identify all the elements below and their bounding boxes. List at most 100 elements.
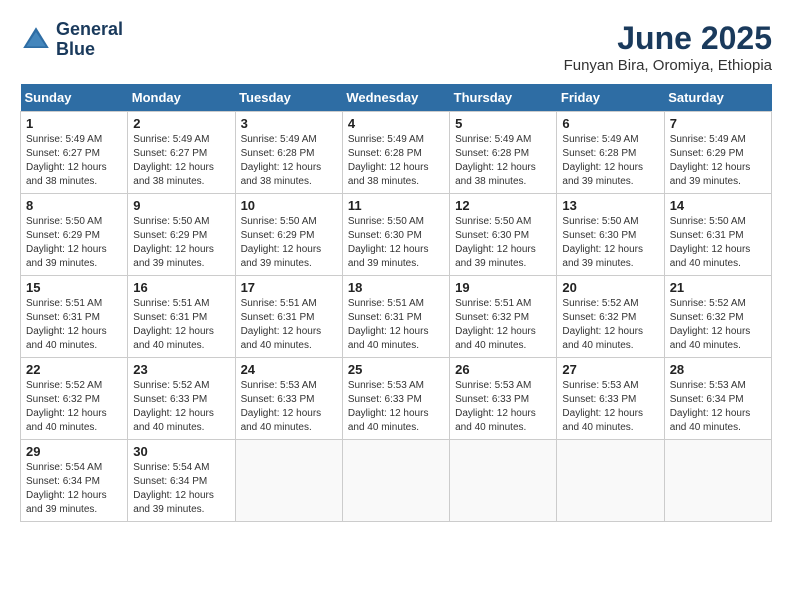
calendar-row: 8 Sunrise: 5:50 AMSunset: 6:29 PMDayligh… bbox=[21, 194, 772, 276]
day-info: Sunrise: 5:51 AMSunset: 6:32 PMDaylight:… bbox=[455, 297, 551, 353]
day-info: Sunrise: 5:54 AMSunset: 6:34 PMDaylight:… bbox=[26, 461, 122, 517]
calendar-table: SundayMondayTuesdayWednesdayThursdayFrid… bbox=[20, 84, 772, 522]
day-info: Sunrise: 5:50 AMSunset: 6:29 PMDaylight:… bbox=[26, 215, 122, 271]
calendar-row: 29 Sunrise: 5:54 AMSunset: 6:34 PMDaylig… bbox=[21, 440, 772, 522]
day-number: 15 bbox=[26, 280, 122, 295]
day-number: 8 bbox=[26, 198, 122, 213]
calendar-cell: 19 Sunrise: 5:51 AMSunset: 6:32 PMDaylig… bbox=[450, 276, 557, 358]
calendar-cell: 30 Sunrise: 5:54 AMSunset: 6:34 PMDaylig… bbox=[128, 440, 235, 522]
day-number: 4 bbox=[348, 116, 444, 131]
calendar-cell: 1 Sunrise: 5:49 AMSunset: 6:27 PMDayligh… bbox=[21, 112, 128, 194]
day-number: 12 bbox=[455, 198, 551, 213]
day-info: Sunrise: 5:53 AMSunset: 6:33 PMDaylight:… bbox=[348, 379, 444, 435]
day-info: Sunrise: 5:52 AMSunset: 6:33 PMDaylight:… bbox=[133, 379, 229, 435]
location-subtitle: Funyan Bira, Oromiya, Ethiopia bbox=[564, 57, 772, 74]
day-number: 20 bbox=[562, 280, 658, 295]
calendar-cell: 3 Sunrise: 5:49 AMSunset: 6:28 PMDayligh… bbox=[235, 112, 342, 194]
calendar-cell: 14 Sunrise: 5:50 AMSunset: 6:31 PMDaylig… bbox=[664, 194, 771, 276]
day-number: 21 bbox=[670, 280, 766, 295]
day-number: 7 bbox=[670, 116, 766, 131]
day-of-week-header: Sunday bbox=[21, 84, 128, 112]
day-number: 2 bbox=[133, 116, 229, 131]
day-info: Sunrise: 5:50 AMSunset: 6:29 PMDaylight:… bbox=[133, 215, 229, 271]
calendar-row: 15 Sunrise: 5:51 AMSunset: 6:31 PMDaylig… bbox=[21, 276, 772, 358]
day-info: Sunrise: 5:50 AMSunset: 6:30 PMDaylight:… bbox=[562, 215, 658, 271]
day-number: 22 bbox=[26, 362, 122, 377]
day-number: 13 bbox=[562, 198, 658, 213]
calendar-cell bbox=[450, 440, 557, 522]
day-info: Sunrise: 5:53 AMSunset: 6:33 PMDaylight:… bbox=[562, 379, 658, 435]
day-number: 11 bbox=[348, 198, 444, 213]
day-info: Sunrise: 5:49 AMSunset: 6:29 PMDaylight:… bbox=[670, 133, 766, 189]
calendar-cell: 11 Sunrise: 5:50 AMSunset: 6:30 PMDaylig… bbox=[342, 194, 449, 276]
calendar-cell: 21 Sunrise: 5:52 AMSunset: 6:32 PMDaylig… bbox=[664, 276, 771, 358]
calendar-cell: 5 Sunrise: 5:49 AMSunset: 6:28 PMDayligh… bbox=[450, 112, 557, 194]
calendar-cell: 8 Sunrise: 5:50 AMSunset: 6:29 PMDayligh… bbox=[21, 194, 128, 276]
day-of-week-header: Tuesday bbox=[235, 84, 342, 112]
calendar-cell bbox=[664, 440, 771, 522]
calendar-cell: 20 Sunrise: 5:52 AMSunset: 6:32 PMDaylig… bbox=[557, 276, 664, 358]
day-info: Sunrise: 5:49 AMSunset: 6:27 PMDaylight:… bbox=[133, 133, 229, 189]
day-of-week-header: Monday bbox=[128, 84, 235, 112]
day-number: 26 bbox=[455, 362, 551, 377]
day-number: 14 bbox=[670, 198, 766, 213]
calendar-cell: 24 Sunrise: 5:53 AMSunset: 6:33 PMDaylig… bbox=[235, 358, 342, 440]
calendar-cell: 15 Sunrise: 5:51 AMSunset: 6:31 PMDaylig… bbox=[21, 276, 128, 358]
calendar-cell: 28 Sunrise: 5:53 AMSunset: 6:34 PMDaylig… bbox=[664, 358, 771, 440]
day-info: Sunrise: 5:49 AMSunset: 6:28 PMDaylight:… bbox=[241, 133, 337, 189]
day-of-week-header: Friday bbox=[557, 84, 664, 112]
day-info: Sunrise: 5:50 AMSunset: 6:29 PMDaylight:… bbox=[241, 215, 337, 271]
day-number: 28 bbox=[670, 362, 766, 377]
day-number: 30 bbox=[133, 444, 229, 459]
calendar-cell: 23 Sunrise: 5:52 AMSunset: 6:33 PMDaylig… bbox=[128, 358, 235, 440]
day-info: Sunrise: 5:52 AMSunset: 6:32 PMDaylight:… bbox=[670, 297, 766, 353]
calendar-cell bbox=[235, 440, 342, 522]
calendar-cell: 27 Sunrise: 5:53 AMSunset: 6:33 PMDaylig… bbox=[557, 358, 664, 440]
day-number: 25 bbox=[348, 362, 444, 377]
day-number: 5 bbox=[455, 116, 551, 131]
day-info: Sunrise: 5:52 AMSunset: 6:32 PMDaylight:… bbox=[26, 379, 122, 435]
day-info: Sunrise: 5:50 AMSunset: 6:30 PMDaylight:… bbox=[348, 215, 444, 271]
day-info: Sunrise: 5:52 AMSunset: 6:32 PMDaylight:… bbox=[562, 297, 658, 353]
day-info: Sunrise: 5:53 AMSunset: 6:34 PMDaylight:… bbox=[670, 379, 766, 435]
day-info: Sunrise: 5:50 AMSunset: 6:30 PMDaylight:… bbox=[455, 215, 551, 271]
day-info: Sunrise: 5:53 AMSunset: 6:33 PMDaylight:… bbox=[455, 379, 551, 435]
month-title: June 2025 bbox=[564, 20, 772, 57]
day-of-week-header: Thursday bbox=[450, 84, 557, 112]
day-number: 10 bbox=[241, 198, 337, 213]
calendar-cell: 6 Sunrise: 5:49 AMSunset: 6:28 PMDayligh… bbox=[557, 112, 664, 194]
day-info: Sunrise: 5:50 AMSunset: 6:31 PMDaylight:… bbox=[670, 215, 766, 271]
calendar-row: 22 Sunrise: 5:52 AMSunset: 6:32 PMDaylig… bbox=[21, 358, 772, 440]
day-info: Sunrise: 5:49 AMSunset: 6:28 PMDaylight:… bbox=[562, 133, 658, 189]
calendar-cell: 16 Sunrise: 5:51 AMSunset: 6:31 PMDaylig… bbox=[128, 276, 235, 358]
calendar-cell: 18 Sunrise: 5:51 AMSunset: 6:31 PMDaylig… bbox=[342, 276, 449, 358]
day-number: 1 bbox=[26, 116, 122, 131]
page-header: General Blue June 2025 Funyan Bira, Orom… bbox=[20, 20, 772, 74]
day-info: Sunrise: 5:49 AMSunset: 6:28 PMDaylight:… bbox=[348, 133, 444, 189]
calendar-cell: 12 Sunrise: 5:50 AMSunset: 6:30 PMDaylig… bbox=[450, 194, 557, 276]
day-of-week-header: Wednesday bbox=[342, 84, 449, 112]
day-number: 16 bbox=[133, 280, 229, 295]
day-info: Sunrise: 5:51 AMSunset: 6:31 PMDaylight:… bbox=[348, 297, 444, 353]
day-number: 17 bbox=[241, 280, 337, 295]
day-number: 3 bbox=[241, 116, 337, 131]
day-number: 19 bbox=[455, 280, 551, 295]
calendar-cell: 17 Sunrise: 5:51 AMSunset: 6:31 PMDaylig… bbox=[235, 276, 342, 358]
calendar-cell: 9 Sunrise: 5:50 AMSunset: 6:29 PMDayligh… bbox=[128, 194, 235, 276]
calendar-cell: 2 Sunrise: 5:49 AMSunset: 6:27 PMDayligh… bbox=[128, 112, 235, 194]
calendar-cell: 13 Sunrise: 5:50 AMSunset: 6:30 PMDaylig… bbox=[557, 194, 664, 276]
day-info: Sunrise: 5:49 AMSunset: 6:28 PMDaylight:… bbox=[455, 133, 551, 189]
calendar-cell: 26 Sunrise: 5:53 AMSunset: 6:33 PMDaylig… bbox=[450, 358, 557, 440]
day-info: Sunrise: 5:51 AMSunset: 6:31 PMDaylight:… bbox=[26, 297, 122, 353]
day-of-week-header: Saturday bbox=[664, 84, 771, 112]
day-number: 18 bbox=[348, 280, 444, 295]
day-info: Sunrise: 5:51 AMSunset: 6:31 PMDaylight:… bbox=[133, 297, 229, 353]
day-info: Sunrise: 5:53 AMSunset: 6:33 PMDaylight:… bbox=[241, 379, 337, 435]
calendar-cell: 22 Sunrise: 5:52 AMSunset: 6:32 PMDaylig… bbox=[21, 358, 128, 440]
day-number: 27 bbox=[562, 362, 658, 377]
calendar-cell: 29 Sunrise: 5:54 AMSunset: 6:34 PMDaylig… bbox=[21, 440, 128, 522]
logo-icon bbox=[20, 24, 52, 56]
calendar-cell bbox=[342, 440, 449, 522]
day-number: 29 bbox=[26, 444, 122, 459]
calendar-cell: 4 Sunrise: 5:49 AMSunset: 6:28 PMDayligh… bbox=[342, 112, 449, 194]
